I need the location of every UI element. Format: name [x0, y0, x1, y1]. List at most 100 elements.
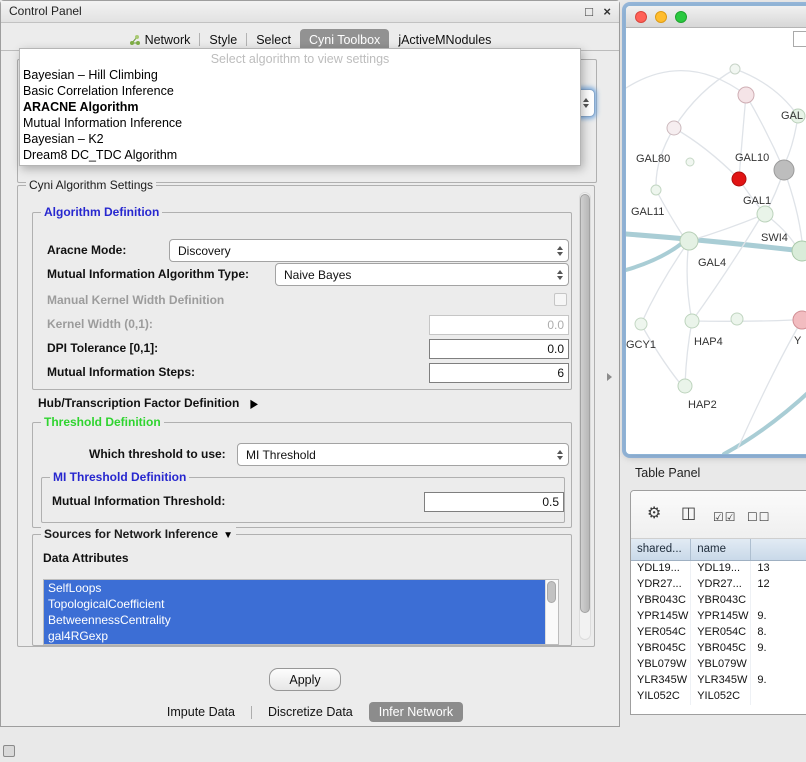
- network-node-label: GAL1: [743, 195, 771, 207]
- apply-button[interactable]: Apply: [269, 668, 341, 691]
- network-edge: [626, 71, 746, 95]
- columns-icon[interactable]: ◫: [681, 505, 696, 523]
- table-row[interactable]: YDR27...YDR27...12: [631, 577, 806, 593]
- minimize-traffic-light-icon[interactable]: [655, 11, 667, 23]
- select-all-checkboxes-icon[interactable]: ☑☑: [713, 508, 737, 526]
- network-node-label: GAL80: [636, 153, 670, 165]
- network-node[interactable]: [678, 379, 692, 393]
- tab-label: jActiveMNodules: [398, 33, 491, 47]
- tab-infer-network[interactable]: Infer Network: [369, 702, 463, 722]
- deselect-all-checkboxes-icon[interactable]: ☐☐: [747, 508, 771, 526]
- network-edge: [641, 324, 679, 382]
- network-edge: [739, 95, 746, 179]
- network-node[interactable]: [680, 232, 698, 250]
- which-threshold-combobox[interactable]: MI Threshold: [237, 443, 569, 466]
- mi-threshold-input[interactable]: [424, 492, 564, 512]
- tab-jactivemnodules[interactable]: jActiveMNodules: [389, 29, 500, 50]
- tab-cyni-toolbox[interactable]: Cyni Toolbox: [300, 29, 389, 50]
- table-row[interactable]: YBL079WYBL079W: [631, 657, 806, 673]
- tab-discretize-data[interactable]: Discretize Data: [258, 702, 363, 722]
- network-node[interactable]: [730, 64, 740, 74]
- table-row[interactable]: YPR145WYPR145W9.: [631, 609, 806, 625]
- network-node-label: SWI4: [761, 232, 788, 244]
- column-header[interactable]: shared...: [631, 539, 691, 560]
- network-node[interactable]: [732, 172, 746, 186]
- algorithm-option[interactable]: Mutual Information Inference: [20, 115, 580, 131]
- collapsed-panel-icon[interactable]: [3, 745, 15, 757]
- network-node[interactable]: [731, 313, 743, 325]
- table-cell: YLR345W: [631, 673, 691, 689]
- network-edge: [689, 214, 765, 241]
- tab-impute-data[interactable]: Impute Data: [157, 702, 245, 722]
- network-scrollbar-corner: [793, 31, 806, 47]
- aracne-mode-combobox[interactable]: Discovery: [169, 239, 569, 262]
- threshold-definition-group: Threshold Definition Which threshold to …: [32, 422, 572, 528]
- network-node[interactable]: [651, 185, 661, 195]
- attribute-item[interactable]: gal4RGexp: [44, 628, 558, 644]
- scrollbar-thumb[interactable]: [547, 581, 556, 603]
- table-row[interactable]: YER054CYER054C8.: [631, 625, 806, 641]
- table-row[interactable]: YBR043CYBR043C: [631, 593, 806, 609]
- network-node[interactable]: [793, 311, 806, 329]
- network-window-titlebar: [626, 6, 806, 28]
- column-header[interactable]: [751, 539, 806, 560]
- list-scrollbar[interactable]: [545, 580, 558, 644]
- attribute-item[interactable]: BetweennessCentrality: [44, 612, 558, 628]
- hub-definition-expander[interactable]: Hub/Transcription Factor Definition ▶: [38, 394, 258, 412]
- cyni-algorithm-settings-group: Cyni Algorithm Settings Algorithm Defini…: [17, 185, 595, 647]
- mi-type-combobox[interactable]: Naive Bayes: [275, 263, 569, 286]
- scrollbar-thumb[interactable]: [580, 194, 590, 613]
- table-row[interactable]: YDL19...YDL19...13: [631, 561, 806, 577]
- network-node[interactable]: [685, 314, 699, 328]
- table-cell: YBR043C: [631, 593, 691, 609]
- network-node[interactable]: [686, 158, 694, 166]
- close-window-icon[interactable]: ×: [603, 3, 611, 20]
- attribute-item[interactable]: TopologicalCoefficient: [44, 596, 558, 612]
- attribute-item[interactable]: SelfLoops: [44, 580, 558, 596]
- table-row[interactable]: YBR045CYBR045C9.: [631, 641, 806, 657]
- algorithm-option[interactable]: Bayesian – K2: [20, 131, 580, 147]
- dpi-tolerance-input[interactable]: [429, 339, 569, 359]
- network-edge: [784, 170, 802, 241]
- bottom-tab-bar: Impute Data Discretize Data Infer Networ…: [1, 700, 619, 724]
- tab-style[interactable]: Style: [200, 29, 246, 50]
- column-header[interactable]: name: [691, 539, 751, 560]
- network-node[interactable]: [757, 206, 773, 222]
- algorithm-option[interactable]: Bayesian – Hill Climbing: [20, 67, 580, 83]
- close-traffic-light-icon[interactable]: [635, 11, 647, 23]
- network-canvas-svg: GAL80GAL10GAL11GAL1SWI4GAL4GCY1HAP4HAP2G…: [626, 28, 806, 454]
- table-row[interactable]: YLR345WYLR345W9.: [631, 673, 806, 689]
- network-node[interactable]: [635, 318, 647, 330]
- combo-arrows-icon: [557, 270, 563, 280]
- table-row[interactable]: YIL052CYIL052C: [631, 689, 806, 705]
- group-title: Cyni Algorithm Settings: [26, 178, 156, 192]
- network-view-window: GAL80GAL10GAL11GAL1SWI4GAL4GCY1HAP4HAP2G…: [625, 5, 806, 455]
- algorithm-dropdown-list: Bayesian – Hill ClimbingBasic Correlatio…: [20, 67, 580, 163]
- algorithm-option[interactable]: Basic Correlation Inference: [20, 83, 580, 99]
- restore-window-icon[interactable]: □: [585, 3, 593, 20]
- control-panel-window: Control Panel □ × Network Style Select C…: [0, 0, 620, 727]
- tab-network[interactable]: Network: [120, 29, 200, 50]
- splitter-handle-icon[interactable]: [607, 373, 612, 381]
- zoom-traffic-light-icon[interactable]: [675, 11, 687, 23]
- network-node[interactable]: [774, 160, 794, 180]
- network-node[interactable]: [738, 87, 754, 103]
- gear-icon[interactable]: ⚙: [647, 505, 661, 523]
- algorithm-option[interactable]: Dream8 DC_TDC Algorithm: [20, 147, 580, 163]
- kernel-width-input: [429, 315, 569, 335]
- data-attributes-list[interactable]: SelfLoopsTopologicalCoefficientBetweenne…: [43, 579, 559, 645]
- hub-definition-label: Hub/Transcription Factor Definition: [38, 396, 239, 410]
- collapse-arrow-icon[interactable]: ▼: [223, 530, 233, 541]
- tab-select[interactable]: Select: [247, 29, 300, 50]
- mi-steps-input[interactable]: [429, 363, 569, 383]
- table-cell: YPR145W: [691, 609, 751, 625]
- network-node[interactable]: [667, 121, 681, 135]
- table-cell: YER054C: [691, 625, 751, 641]
- combo-value: Discovery: [178, 244, 231, 258]
- combo-arrows-icon: [583, 98, 589, 108]
- settings-scrollbar[interactable]: [579, 192, 591, 640]
- network-canvas[interactable]: GAL80GAL10GAL11GAL1SWI4GAL4GCY1HAP4HAP2G…: [626, 28, 806, 454]
- dropdown-placeholder: Select algorithm to view settings: [20, 51, 580, 67]
- algorithm-option[interactable]: ARACNE Algorithm: [20, 99, 580, 115]
- kernel-width-label: Kernel Width (0,1):: [47, 317, 153, 331]
